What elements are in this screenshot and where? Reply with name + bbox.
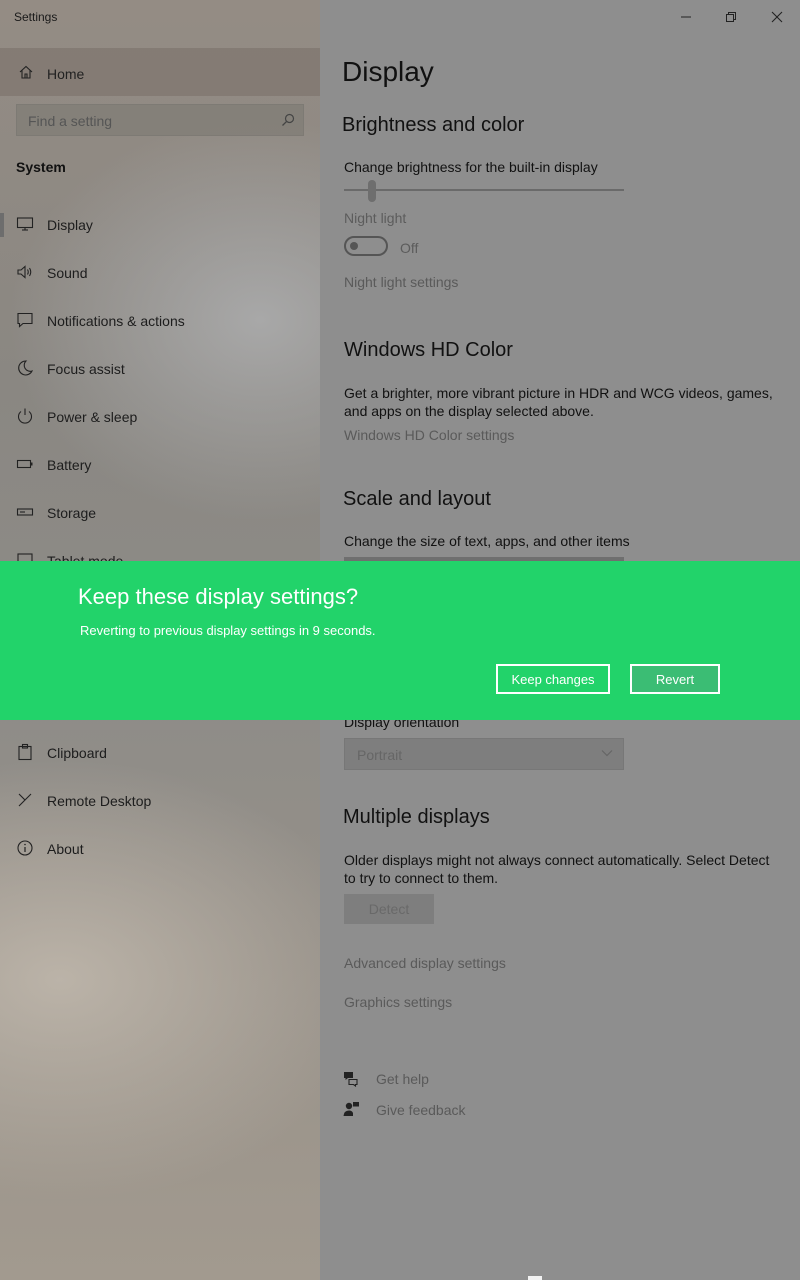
search-input[interactable] [17,105,280,137]
sidebar-item-label: Focus assist [47,361,125,377]
sidebar-item-sound[interactable]: Sound [0,251,320,295]
home-nav-item[interactable]: Home [0,48,320,96]
search-box[interactable] [16,104,304,137]
help-chat-icon [344,1072,358,1087]
sidebar-item-focus-assist[interactable]: Focus assist [0,347,320,391]
sidebar-item-remote-desktop[interactable]: Remote Desktop [0,779,320,823]
taskbar-indicator [528,1276,542,1280]
scale-heading: Scale and layout [343,488,491,510]
restore-button[interactable] [720,6,742,28]
get-help-label: Get help [376,1071,429,1087]
sidebar-item-label: Remote Desktop [47,793,152,809]
give-feedback-label: Give feedback [376,1102,466,1118]
multiple-displays-description: Older displays might not always connect … [344,852,770,886]
advanced-display-settings-link[interactable]: Advanced display settings [344,955,506,971]
sidebar-item-clipboard[interactable]: Clipboard [0,731,320,775]
remote-desktop-icon [18,793,32,807]
clipboard-icon [18,743,32,761]
revert-button[interactable]: Revert [630,664,720,694]
sidebar-item-label: Sound [47,265,88,281]
minimize-icon [681,16,691,18]
page-title: Display [342,56,434,87]
chevron-down-icon [601,750,613,757]
home-label: Home [47,66,85,82]
sidebar-item-label: Power & sleep [47,409,138,425]
home-icon [19,65,33,79]
sidebar-item-label: Storage [47,505,97,521]
monitor-icon [16,217,34,231]
hd-color-description: Get a brighter, more vibrant picture in … [344,385,773,419]
scale-size-label: Change the size of text, apps, and other… [344,533,630,549]
info-icon [17,840,33,856]
sidebar-item-battery[interactable]: Battery [0,443,320,487]
night-light-toggle[interactable] [344,236,388,256]
minimize-button[interactable] [675,6,697,28]
app-title: Settings [14,10,58,24]
brightness-slider-track[interactable] [344,189,624,191]
section-title: System [16,159,66,175]
dialog-message: Reverting to previous display settings i… [80,623,376,638]
sidebar-item-label: Notifications & actions [47,313,185,329]
sidebar-item-display[interactable]: Display [0,203,320,247]
close-icon [771,11,783,23]
hd-color-heading: Windows HD Color [344,339,513,361]
multiple-displays-heading: Multiple displays [343,806,490,828]
night-light-label: Night light [344,210,407,226]
keep-display-settings-dialog: Keep these display settings? Reverting t… [0,561,800,720]
orientation-value: Portrait [357,747,403,763]
night-light-settings-link[interactable]: Night light settings [344,274,458,290]
dialog-title: Keep these display settings? [78,584,359,609]
sidebar-item-power-sleep[interactable]: Power & sleep [0,395,320,439]
sidebar-item-storage[interactable]: Storage [0,491,320,535]
sidebar-item-label: Clipboard [47,745,107,761]
moon-icon [18,360,34,376]
notification-icon [17,312,33,328]
toggle-knob [350,242,358,250]
night-light-state: Off [400,240,419,256]
feedback-person-icon [343,1102,359,1116]
orientation-dropdown[interactable]: Portrait [344,738,624,770]
storage-icon [16,508,34,516]
speaker-icon [17,265,32,279]
detect-button[interactable]: Detect [344,894,434,924]
sidebar-item-about[interactable]: About [0,827,320,871]
brightness-slider-label: Change brightness for the built-in displ… [344,159,598,175]
brightness-slider-thumb[interactable] [368,180,376,202]
close-button[interactable] [766,6,788,28]
keep-changes-button[interactable]: Keep changes [496,664,610,694]
sidebar-item-label: Battery [47,457,92,473]
battery-icon [16,459,33,469]
brightness-heading: Brightness and color [342,114,525,136]
power-icon [17,408,33,424]
sidebar-item-label: Display [47,217,93,233]
sidebar-item-notifications[interactable]: Notifications & actions [0,299,320,343]
restore-icon [726,12,736,22]
sidebar-item-label: About [47,841,84,857]
hd-color-settings-link[interactable]: Windows HD Color settings [344,427,514,443]
graphics-settings-link[interactable]: Graphics settings [344,994,452,1010]
search-icon[interactable] [281,113,295,127]
